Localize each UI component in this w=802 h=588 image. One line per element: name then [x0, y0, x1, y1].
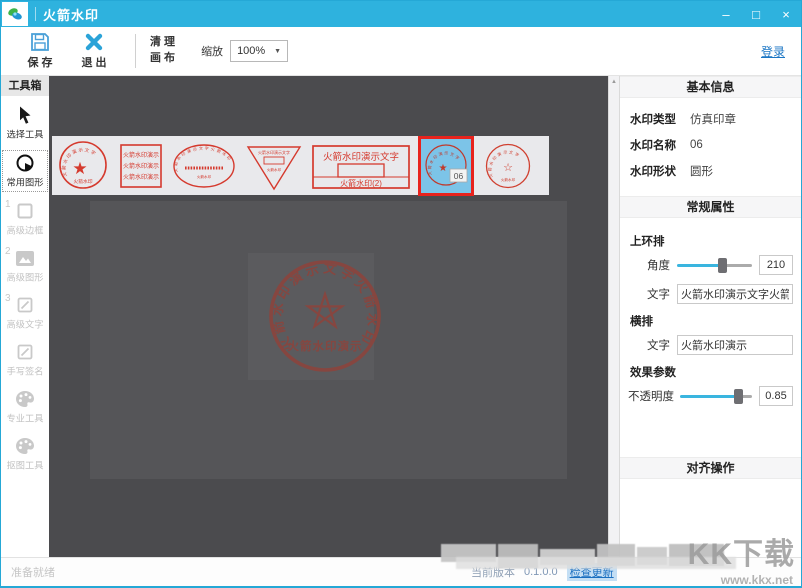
- opacity-slider-thumb[interactable]: [734, 389, 743, 404]
- horizontal-text-input[interactable]: [677, 335, 793, 355]
- angle-slider[interactable]: [677, 257, 752, 273]
- svg-text:火箭水印: 火箭水印: [501, 177, 516, 182]
- svg-text:火箭水印演示文字: 火箭水印演示文字: [258, 149, 290, 155]
- effect-group-label: 效果参数: [630, 364, 793, 380]
- angle-slider-thumb[interactable]: [718, 258, 727, 273]
- sidebar-item-advanced-graphics[interactable]: 2 高级图形: [2, 246, 48, 286]
- properties-panel: 基本信息 水印类型 仿真印章 水印名称 06 水印形状 圆形 常规属性 上环排: [619, 76, 801, 557]
- svg-text:火箭水印演示: 火箭水印演示: [123, 151, 159, 159]
- maximize-button[interactable]: □: [741, 1, 771, 27]
- exit-button[interactable]: 退 出: [67, 32, 121, 70]
- cursor-arrow-icon: [14, 105, 36, 125]
- watermark-stamp-preview[interactable]: 火箭水印演示文字火箭水印 火箭水印演示: [260, 252, 390, 382]
- arc-text-input[interactable]: [677, 284, 793, 304]
- zoom-dropdown[interactable]: 100% ▼: [230, 40, 288, 62]
- stamp-thumb-triangle[interactable]: 火箭水印演示文字 火箭水印: [244, 140, 304, 192]
- stamp-template-strip: 火箭水印演示文字 ★ 火箭水印 火箭水印演示 火箭水印演示 火箭水印演示: [52, 136, 549, 195]
- shapes-circle-icon: [14, 153, 36, 173]
- chevron-down-icon: ▼: [274, 48, 281, 55]
- square-outline-icon: [14, 201, 36, 221]
- svg-text:★: ★: [439, 163, 448, 174]
- titlebar-divider: [35, 7, 36, 21]
- svg-text:火箭水印演示文字: 火箭水印演示文字: [323, 151, 399, 163]
- svg-text:火箭水印: 火箭水印: [197, 174, 212, 179]
- save-floppy-icon: [29, 32, 51, 52]
- arc-text-row: 文字: [628, 284, 793, 304]
- svg-text:火箭水印: 火箭水印: [73, 178, 92, 185]
- info-row-type: 水印类型 仿真印章: [630, 106, 801, 132]
- angle-label: 角度: [638, 257, 670, 273]
- general-props-header: 常规属性: [620, 196, 801, 218]
- svg-text:火箭水印演示: 火箭水印演示: [123, 162, 159, 170]
- svg-text:☆: ☆: [503, 162, 513, 174]
- app-window: 火箭水印 – □ × 保 存 退 出: [0, 0, 802, 588]
- canvas-area[interactable]: 火箭水印演示文字 ★ 火箭水印 火箭水印演示 火箭水印演示 火箭水印演示: [49, 76, 619, 557]
- opacity-label: 不透明度: [628, 388, 676, 404]
- clear-canvas-line1: 清 理: [150, 35, 175, 51]
- site-watermark-url: www.kkx.net: [721, 573, 793, 587]
- save-button[interactable]: 保 存: [13, 32, 67, 70]
- opacity-row: 不透明度 0.85: [628, 386, 793, 406]
- clear-canvas-line2: 画 布: [150, 51, 175, 67]
- close-button[interactable]: ×: [771, 1, 801, 27]
- opacity-value-box[interactable]: 0.85: [759, 386, 793, 406]
- site-watermark-logo: KK下载: [688, 529, 795, 573]
- zoom-value: 100%: [237, 45, 265, 57]
- sidebar-item-professional-tools[interactable]: 专业工具: [2, 387, 48, 427]
- info-row-name: 水印名称 06: [630, 132, 801, 158]
- titlebar: 火箭水印 – □ ×: [1, 1, 801, 27]
- clear-canvas-button[interactable]: 清 理 画 布: [150, 35, 175, 67]
- sidebar-item-select-tool[interactable]: 选择工具: [2, 103, 48, 143]
- toolbar-separator: [135, 34, 136, 68]
- stamp-star: [308, 294, 342, 327]
- app-logo-icon: [2, 2, 28, 26]
- pen-square-icon: [14, 342, 36, 362]
- align-ops-header: 对齐操作: [620, 457, 801, 479]
- zoom-label: 缩放: [201, 43, 223, 59]
- sidebar-item-advanced-text[interactable]: 3 高级文字: [2, 293, 48, 333]
- horizontal-text-label: 文字: [638, 337, 670, 353]
- sidebar-item-common-shapes[interactable]: 常用图形: [2, 150, 48, 192]
- stamp-thumb-selected-06[interactable]: 火箭水印演示文字 ★ 06: [418, 136, 474, 196]
- angle-row: 角度 210: [628, 255, 793, 275]
- svg-text:火箭水印(2): 火箭水印(2): [340, 178, 382, 188]
- stamp-thumb-circle-star[interactable]: 火箭水印演示文字 ★ 火箭水印: [55, 139, 111, 193]
- sidebar-item-advanced-border[interactable]: 1 高级边框: [2, 199, 48, 239]
- login-link[interactable]: 登录: [761, 43, 785, 60]
- pencil-square-icon: [14, 295, 36, 315]
- svg-text:火箭水印: 火箭水印: [267, 167, 282, 172]
- basic-info-header: 基本信息: [620, 76, 801, 98]
- save-label: 保 存: [27, 54, 52, 70]
- stamp-center-text: 火箭水印演示: [288, 339, 363, 353]
- toolbar: 保 存 退 出 清 理 画 布 缩放 100% ▼ 登录: [1, 27, 801, 76]
- scroll-up-icon[interactable]: ▲: [609, 76, 619, 85]
- stamp-thumb-circle-outline[interactable]: 火箭水印演示文字 ☆ 火箭水印: [481, 139, 535, 193]
- exit-label: 退 出: [81, 54, 106, 70]
- arc-text-label: 文字: [638, 286, 670, 302]
- stamp-thumb-square[interactable]: 火箭水印演示 火箭水印演示 火箭水印演示: [118, 140, 164, 192]
- horizontal-group-label: 横排: [630, 313, 793, 329]
- sidebar-item-cutout-tool[interactable]: 抠图工具: [2, 434, 48, 474]
- canvas-scrollbar[interactable]: ▲: [608, 76, 619, 557]
- minimize-button[interactable]: –: [711, 1, 741, 27]
- svg-text:火箭水印演示: 火箭水印演示: [123, 173, 159, 181]
- angle-value-box[interactable]: 210: [759, 255, 793, 275]
- exit-x-icon: [83, 32, 105, 52]
- sidebar-item-handwritten-signature[interactable]: 手写签名: [2, 340, 48, 380]
- arc-group-label: 上环排: [630, 233, 793, 249]
- image-icon: [14, 248, 36, 268]
- info-row-shape: 水印形状 圆形: [630, 158, 801, 184]
- stamp-thumb-rectangle[interactable]: 火箭水印演示文字 火箭水印(2): [311, 139, 411, 193]
- window-title: 火箭水印: [43, 5, 99, 24]
- toolbox-header: 工具箱: [1, 76, 49, 96]
- horizontal-text-row: 文字: [628, 335, 793, 355]
- palette-icon: [14, 389, 36, 409]
- status-ready-text: 准备就绪: [11, 564, 55, 580]
- star-glyph: ★: [72, 159, 87, 178]
- stamp-thumb-ellipse[interactable]: 火箭水印演示文字火箭水印 火箭水印: [171, 140, 237, 192]
- palette2-icon: [14, 436, 36, 456]
- toolbox-sidebar: 工具箱 选择工具 常用图形 1: [1, 76, 49, 557]
- opacity-slider[interactable]: [680, 388, 752, 404]
- thumb-badge-label: 06: [454, 171, 464, 181]
